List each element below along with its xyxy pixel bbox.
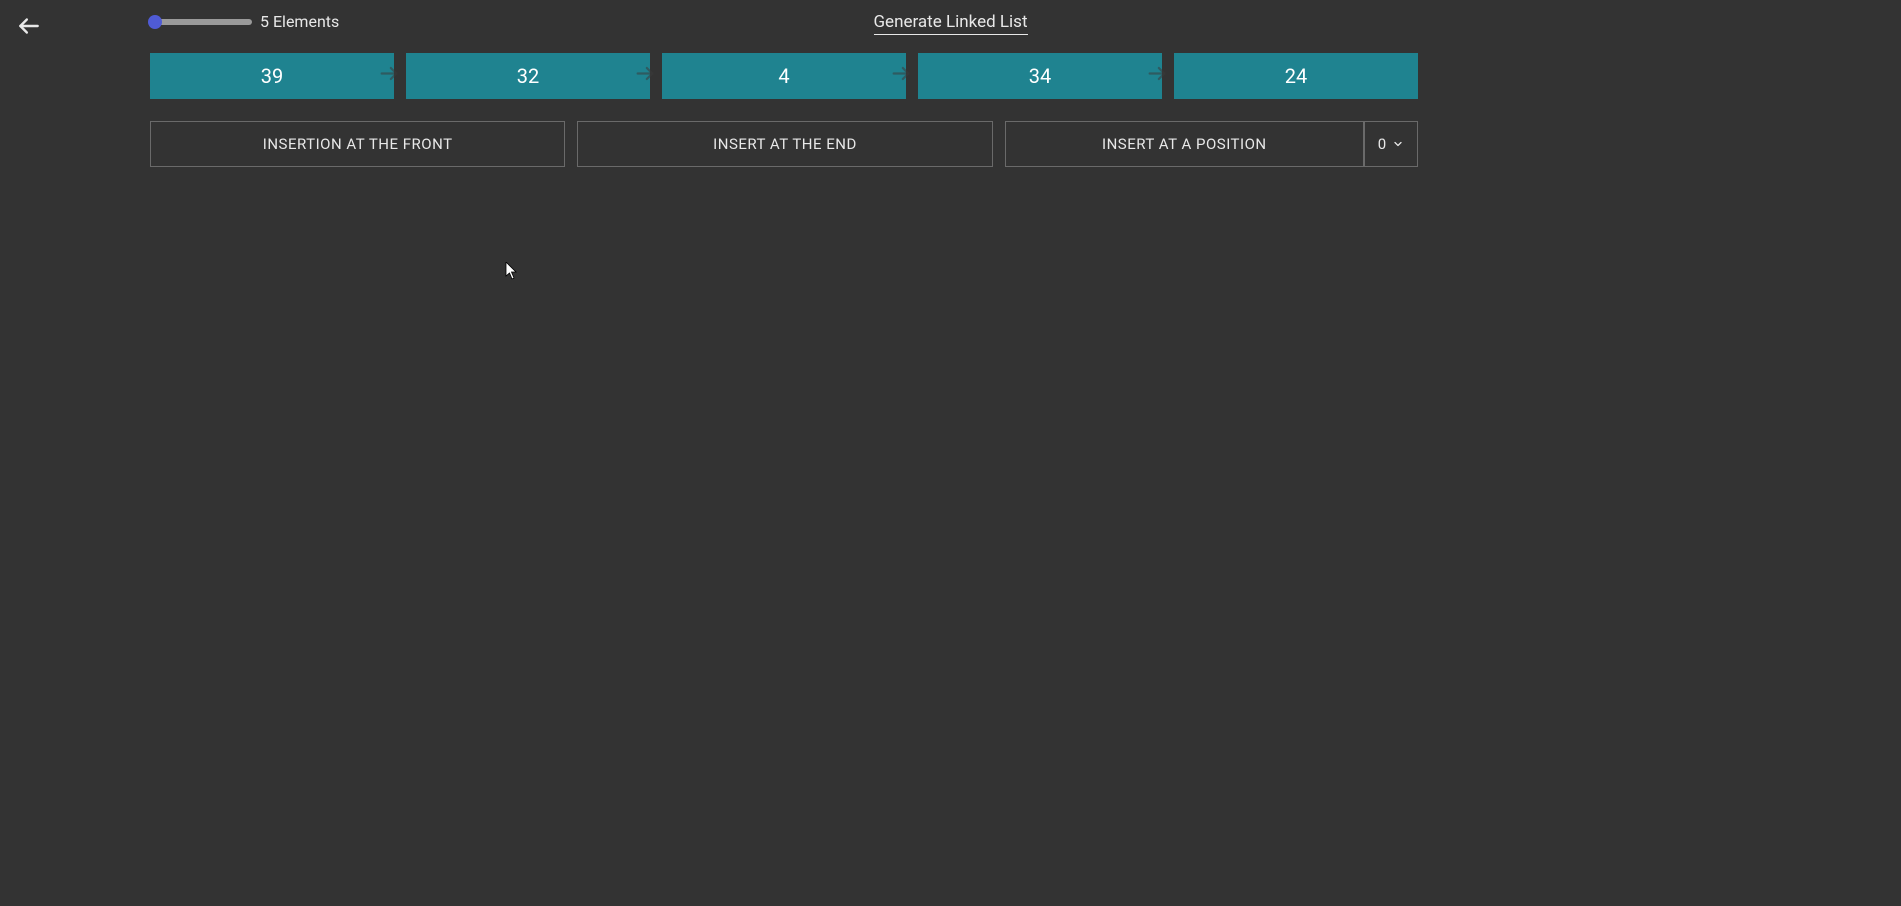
insert-end-button[interactable]: INSERT AT THE END — [577, 121, 992, 167]
elements-slider[interactable] — [150, 17, 252, 27]
list-node: 24 — [1174, 53, 1418, 99]
arrow-right-icon — [634, 63, 656, 90]
action-buttons-row: INSERTION AT THE FRONT INSERT AT THE END… — [150, 121, 1418, 167]
node-value: 39 — [261, 64, 283, 88]
insert-front-button[interactable]: INSERTION AT THE FRONT — [150, 121, 565, 167]
chevron-down-icon — [1392, 138, 1404, 150]
list-node: 32 — [406, 53, 650, 99]
arrow-right-icon — [378, 63, 400, 90]
slider-track — [150, 19, 252, 25]
node-value: 4 — [778, 64, 789, 88]
arrow-right-icon — [1146, 63, 1168, 90]
list-node: 39 — [150, 53, 394, 99]
linked-list-row: 39 32 4 34 24 — [150, 53, 1418, 99]
elements-count-label: 5 Elements — [260, 12, 339, 31]
position-select[interactable]: 0 — [1364, 121, 1418, 167]
list-node: 34 — [918, 53, 1162, 99]
generate-linked-list-link[interactable]: Generate Linked List — [873, 12, 1027, 35]
node-value: 32 — [517, 64, 539, 88]
position-value: 0 — [1378, 135, 1386, 153]
list-node: 4 — [662, 53, 906, 99]
node-value: 24 — [1285, 64, 1307, 88]
slider-thumb[interactable] — [148, 15, 162, 29]
node-value: 34 — [1029, 64, 1051, 88]
insert-position-button[interactable]: INSERT AT A POSITION — [1005, 121, 1364, 167]
insert-position-group: INSERT AT A POSITION 0 — [1005, 121, 1418, 167]
cursor-icon — [505, 262, 519, 280]
arrow-right-icon — [890, 63, 912, 90]
